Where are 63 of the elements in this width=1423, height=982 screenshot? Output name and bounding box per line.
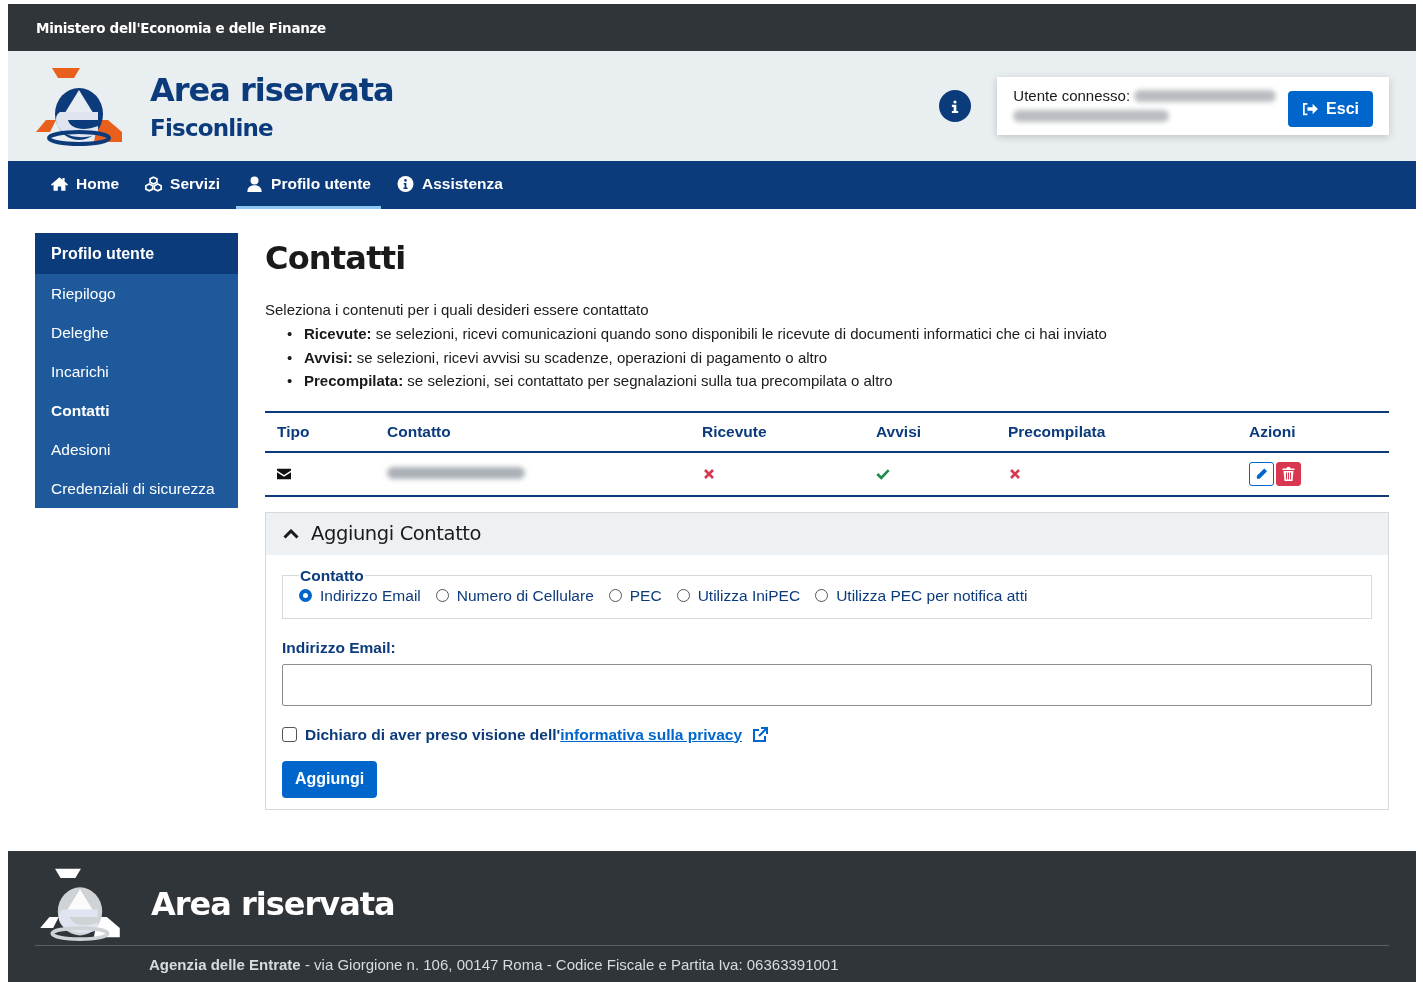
site-subtitle: Fisconline xyxy=(150,115,274,141)
column-header: Ricevute xyxy=(690,411,864,452)
delete-button[interactable] xyxy=(1276,461,1301,486)
envelope-icon xyxy=(277,467,291,480)
sidebar-title: Profilo utente xyxy=(35,233,238,274)
intro-text: Seleziona i contenuti per i quali desideri essere contattato xyxy=(265,301,650,318)
sidebar-item[interactable]: Credenziali di sicurezza xyxy=(35,469,238,508)
accordion-header[interactable]: Aggiungi Contatto xyxy=(266,512,1388,555)
nav-tab[interactable]: Servizi xyxy=(135,161,231,209)
footer-address: Agenzia delle Entrate - via Giorgione n. 106, 00147 Roma - Codice Fiscale e Partita Iva: 06363391001 xyxy=(149,956,840,973)
fieldset-legend: Contatto xyxy=(299,566,365,585)
radio-button[interactable] xyxy=(299,589,312,602)
ministry-title[interactable]: Ministero dell'Economia e delle Finanze xyxy=(36,19,326,36)
sidebar-item[interactable]: Contatti xyxy=(35,391,238,430)
radio-button[interactable] xyxy=(435,589,449,602)
column-header: Contatto xyxy=(375,411,690,452)
bullet-text: Precompilata: se selezioni, sei contattato per segnalazioni sulla tua precompilata o altro xyxy=(304,371,893,391)
chevron-icon xyxy=(283,528,299,539)
info-button[interactable] xyxy=(939,90,972,122)
bullet-marker: • xyxy=(287,324,294,344)
sidebar-item[interactable]: Riepilogo xyxy=(35,274,238,313)
sidebar-item[interactable]: Deleghe xyxy=(35,313,238,352)
radio-option[interactable]: Utilizza PEC per notifica atti xyxy=(815,586,1028,605)
home-icon xyxy=(51,175,68,192)
sign-out-icon xyxy=(1302,102,1319,116)
site-title: Area riservata xyxy=(150,71,394,109)
add-button[interactable]: Aggiungi xyxy=(282,760,378,798)
column-header: Azioni xyxy=(1237,411,1389,452)
nav-tab[interactable]: Profilo utente xyxy=(236,161,381,209)
sidebar-item[interactable]: Adesioni xyxy=(35,430,238,469)
checkbox[interactable] xyxy=(282,727,297,742)
field-label: Indirizzo Email: xyxy=(282,638,397,657)
cubes-icon xyxy=(145,175,163,192)
radio-option[interactable]: PEC xyxy=(608,586,662,605)
bullet-text: Avvisi: se selezioni, ricevi avvisi su scadenze, operazioni di pagamento o altro xyxy=(304,347,828,368)
radio-option[interactable]: Utilizza IniPEC xyxy=(676,586,801,605)
logout-button[interactable]: Esci xyxy=(1288,91,1373,127)
footer-title: Area riservata xyxy=(151,885,395,923)
bullet-text: Ricevute: se selezioni, ricevi comunicazioni quando sono disponibili le ricevute di documenti informatici che ci hai inviato xyxy=(304,324,1107,344)
column-header: Avvisi xyxy=(864,411,996,452)
page-title: Contatti xyxy=(265,239,407,277)
radio-button[interactable] xyxy=(815,589,829,602)
edit-button[interactable] xyxy=(1249,461,1274,486)
external-link-icon xyxy=(752,726,768,743)
sidebar-item[interactable]: Incarichi xyxy=(35,352,238,391)
radio-option[interactable]: Numero di Cellulare xyxy=(435,586,594,605)
bullet-marker: • xyxy=(287,347,294,368)
user-icon xyxy=(246,175,264,192)
consent-text: Dichiaro di aver preso visione dell'informativa sulla privacy xyxy=(305,725,742,744)
user-label: Utente connesso: xyxy=(1013,87,1131,104)
radio-button[interactable] xyxy=(676,589,690,602)
radio-button[interactable] xyxy=(608,589,622,602)
email-input-field[interactable] xyxy=(282,663,1372,706)
info-icon xyxy=(396,175,414,192)
privacy-link[interactable]: informativa sulla privacy xyxy=(560,725,742,743)
column-header: Precompilata xyxy=(996,411,1237,452)
trash-icon xyxy=(1282,466,1295,481)
nav-tab[interactable]: Assistenza xyxy=(386,161,513,209)
column-header: Tipo xyxy=(265,411,375,452)
nav-tab[interactable]: Home xyxy=(41,161,130,209)
radio-option[interactable]: Indirizzo Email xyxy=(299,586,421,605)
bullet-marker: • xyxy=(287,371,294,391)
pencil-icon xyxy=(1255,466,1268,481)
